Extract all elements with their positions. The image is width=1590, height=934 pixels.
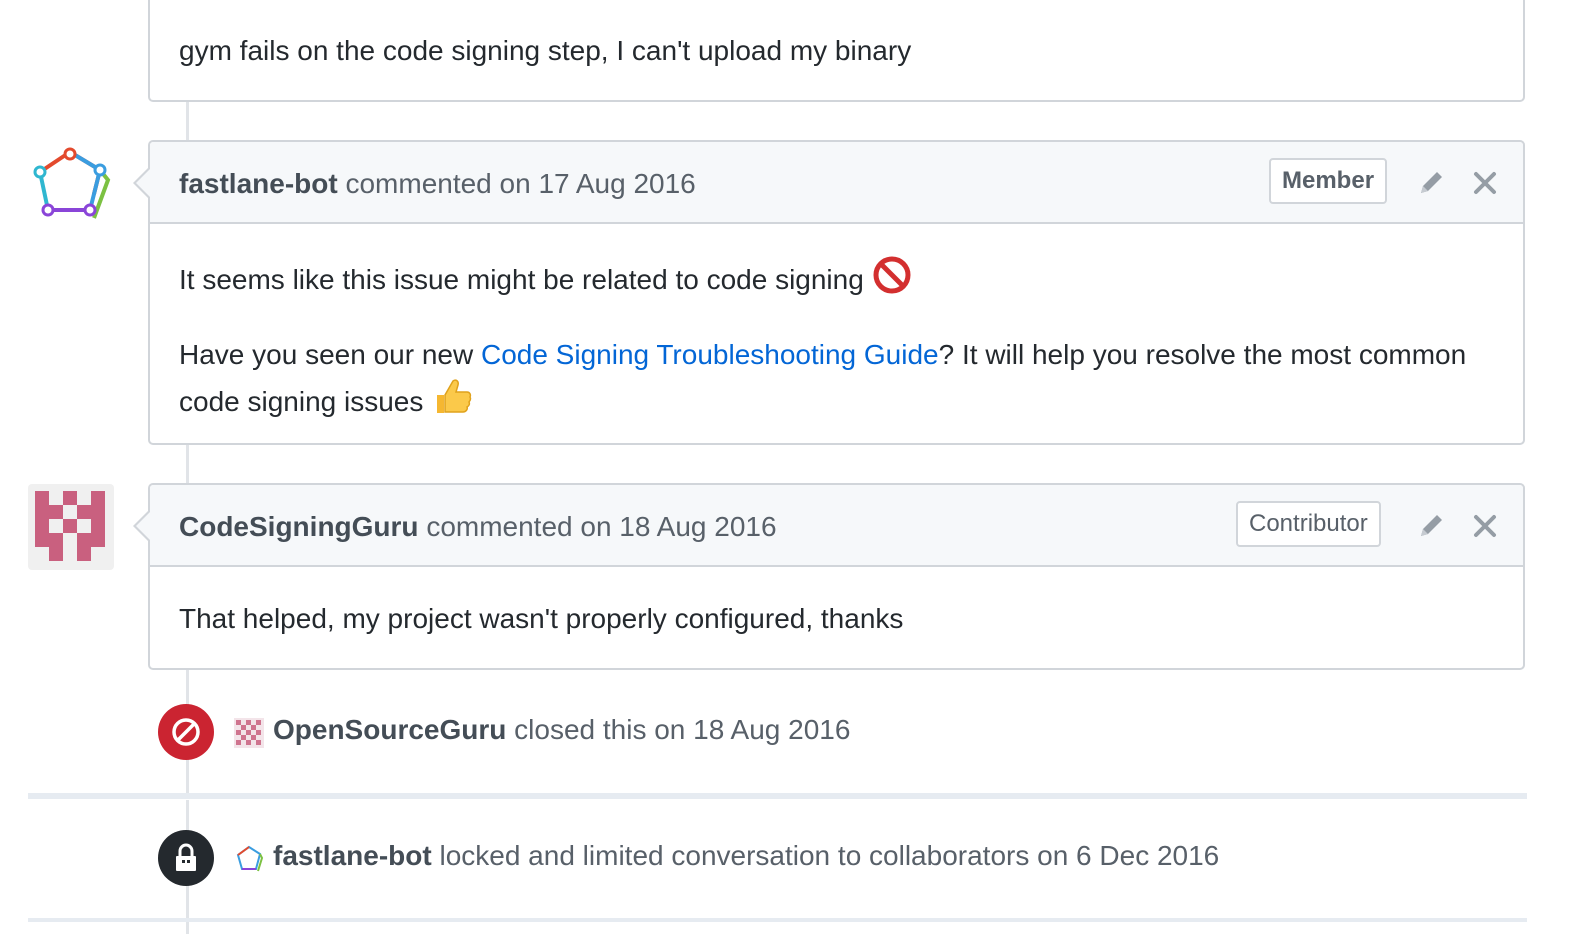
pencil-icon[interactable]: [1416, 168, 1446, 198]
timeline-line: [186, 102, 189, 140]
comment-paragraph: Have you seen our new: [179, 339, 481, 370]
closed-event-text: OpenSourceGuru closed this on 18 Aug 201…: [273, 714, 850, 746]
comment-codesigningguru: CodeSigningGuru commented on 18 Aug 2016…: [133, 483, 1525, 670]
locked-event-text: fastlane-bot locked and limited conversa…: [273, 840, 1219, 872]
closed-event: OpenSourceGuru closed this on 18 Aug 201…: [158, 704, 1458, 760]
comment-timestamp[interactable]: commented on 17 Aug 2016: [345, 168, 695, 199]
no-entry-sign-emoji: [873, 256, 911, 294]
timeline-line: [186, 445, 189, 483]
fastlane-bot-avatar[interactable]: [28, 144, 114, 230]
locked-event: fastlane-bot locked and limited conversa…: [158, 830, 1458, 886]
comment-header-text: fastlane-bot commented on 17 Aug 2016: [179, 168, 696, 200]
closed-badge: [158, 704, 214, 760]
timeline-separator: [28, 793, 1527, 799]
event-description: closed this on 18 Aug 2016: [514, 714, 851, 745]
comment-header-text: CodeSigningGuru commented on 18 Aug 2016: [179, 511, 777, 543]
issue-body-comment: gym fails on the code signing step, I ca…: [148, 0, 1525, 102]
codesigningguru-avatar[interactable]: [28, 484, 114, 570]
comment-fastlane-bot: fastlane-bot commented on 17 Aug 2016 Me…: [133, 140, 1525, 445]
issue-body-text: gym fails on the code signing step, I ca…: [179, 35, 912, 66]
x-icon[interactable]: [1472, 170, 1498, 196]
comment-header: fastlane-bot commented on 17 Aug 2016 Me…: [133, 142, 1523, 224]
comment-timestamp[interactable]: commented on 18 Aug 2016: [426, 511, 776, 542]
circle-slash-icon: [172, 718, 200, 746]
event-author-link[interactable]: fastlane-bot: [273, 840, 432, 871]
x-icon[interactable]: [1472, 513, 1498, 539]
thumbs-up-emoji: [437, 379, 472, 413]
pencil-icon[interactable]: [1416, 511, 1446, 541]
timeline-separator: [28, 918, 1527, 922]
lock-icon: [176, 843, 196, 871]
comment-header: CodeSigningGuru commented on 18 Aug 2016…: [133, 485, 1523, 567]
code-signing-guide-link[interactable]: Code Signing Troubleshooting Guide: [481, 339, 939, 370]
locked-badge: [158, 830, 214, 886]
comment-author-link[interactable]: CodeSigningGuru: [179, 511, 419, 542]
member-badge: Member: [1269, 158, 1388, 204]
comment-paragraph: That helped, my project wasn't properly …: [179, 603, 904, 634]
comment-paragraph: It seems like this issue might be relate…: [179, 264, 864, 295]
comment-author-link[interactable]: fastlane-bot: [179, 168, 338, 199]
event-author-link[interactable]: OpenSourceGuru: [273, 714, 506, 745]
contributor-badge: Contributor: [1236, 501, 1381, 547]
event-description: locked and limited conversation to colla…: [439, 840, 1220, 871]
opensourceguru-mini-avatar[interactable]: [234, 718, 264, 748]
fastlane-bot-mini-avatar[interactable]: [234, 844, 264, 874]
